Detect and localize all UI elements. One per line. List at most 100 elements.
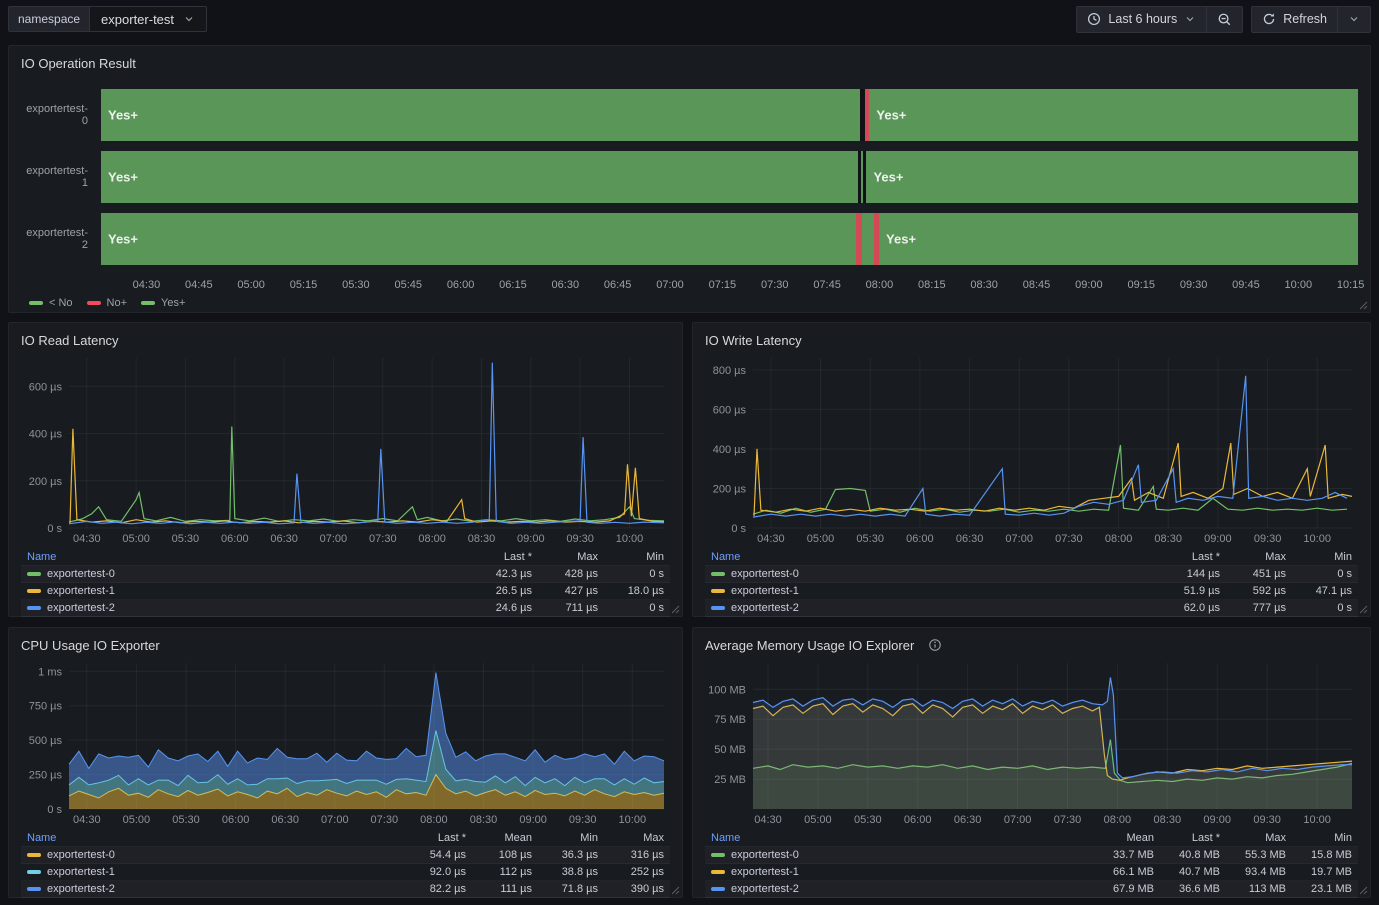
- series-name[interactable]: exportertest-2: [731, 883, 799, 895]
- state-timeline[interactable]: exportertest-0Yes+Yes+exportertest-1Yes+…: [21, 89, 1358, 293]
- series-color-swatch[interactable]: [711, 853, 725, 857]
- series-color-swatch[interactable]: [27, 589, 41, 593]
- series-color-swatch[interactable]: [27, 606, 41, 610]
- refresh-interval-dropdown[interactable]: [1337, 6, 1371, 33]
- svg-text:07:30: 07:30: [371, 814, 399, 826]
- namespace-value: exporter-test: [101, 12, 174, 27]
- legend-header[interactable]: Max: [604, 830, 670, 847]
- panel-resize-handle[interactable]: [670, 604, 680, 614]
- legend-header[interactable]: Max: [1226, 830, 1292, 847]
- series-color-swatch[interactable]: [27, 572, 41, 576]
- series-name[interactable]: exportertest-1: [47, 585, 115, 597]
- series-name[interactable]: exportertest-2: [47, 883, 115, 895]
- series-name[interactable]: exportertest-1: [731, 585, 799, 597]
- legend-header[interactable]: Name: [21, 830, 406, 847]
- legend-value: 93.4 MB: [1226, 864, 1292, 881]
- legend-header[interactable]: Max: [1226, 549, 1292, 566]
- legend-header[interactable]: Max: [538, 549, 604, 566]
- legend-item[interactable]: < No: [29, 297, 73, 309]
- legend-header[interactable]: Name: [705, 549, 1160, 566]
- info-icon[interactable]: [928, 638, 942, 652]
- series-name[interactable]: exportertest-0: [731, 849, 799, 861]
- svg-text:750 µs: 750 µs: [29, 701, 63, 713]
- panel-title[interactable]: Average Memory Usage IO Explorer: [705, 638, 914, 653]
- svg-text:08:00: 08:00: [420, 814, 448, 826]
- panel-title[interactable]: IO Read Latency: [21, 333, 119, 348]
- series-name[interactable]: exportertest-0: [731, 568, 799, 580]
- legend-header[interactable]: Last *: [472, 549, 538, 566]
- panel-title[interactable]: IO Operation Result: [21, 56, 136, 71]
- svg-text:25 MB: 25 MB: [714, 774, 746, 786]
- legend-value: 252 µs: [604, 864, 670, 881]
- timeline-track[interactable]: Yes+Yes+: [101, 89, 1358, 141]
- legend-item[interactable]: Yes+: [141, 297, 185, 309]
- series-name[interactable]: exportertest-1: [731, 866, 799, 878]
- time-range-picker[interactable]: Last 6 hours: [1076, 6, 1207, 33]
- legend-header[interactable]: Min: [1292, 830, 1358, 847]
- timeline-track[interactable]: Yes+Yes+: [101, 151, 1358, 203]
- panel-title[interactable]: CPU Usage IO Exporter: [21, 638, 160, 653]
- svg-text:09:00: 09:00: [1204, 533, 1232, 545]
- legend-value: 55.3 MB: [1226, 847, 1292, 864]
- legend-header[interactable]: Mean: [1094, 830, 1160, 847]
- legend-row: exportertest-054.4 µs108 µs36.3 µs316 µs: [21, 847, 670, 864]
- timeseries-plot[interactable]: 04:3005:0005:3006:0006:3007:0007:3008:00…: [21, 350, 670, 546]
- series-name[interactable]: exportertest-2: [47, 602, 115, 614]
- zoom-out-button[interactable]: [1206, 6, 1243, 33]
- timeline-row: exportertest-1Yes+Yes+: [21, 151, 1358, 203]
- series-color-swatch[interactable]: [711, 870, 725, 874]
- legend-item[interactable]: No+: [87, 297, 128, 309]
- series-color-swatch[interactable]: [711, 589, 725, 593]
- legend-header[interactable]: Mean: [472, 830, 538, 847]
- series-color-swatch[interactable]: [711, 572, 725, 576]
- series-color-swatch[interactable]: [711, 887, 725, 891]
- panel-resize-handle[interactable]: [670, 885, 680, 895]
- timeseries-plot[interactable]: 04:3005:0005:3006:0006:3007:0007:3008:00…: [21, 655, 670, 827]
- svg-text:500 µs: 500 µs: [29, 735, 63, 747]
- legend-header[interactable]: Min: [538, 830, 604, 847]
- legend-value: 0 s: [1292, 600, 1358, 617]
- legend-header[interactable]: Last *: [406, 830, 472, 847]
- legend-header[interactable]: Min: [604, 549, 670, 566]
- series-name[interactable]: exportertest-0: [47, 568, 115, 580]
- panel-resize-handle[interactable]: [1358, 300, 1368, 310]
- series-color-swatch[interactable]: [27, 870, 41, 874]
- panel-resize-handle[interactable]: [1358, 885, 1368, 895]
- svg-text:200 µs: 200 µs: [713, 484, 747, 496]
- legend-header[interactable]: Last *: [1160, 549, 1226, 566]
- timeline-track[interactable]: Yes+Yes+: [101, 213, 1358, 265]
- series-color-swatch[interactable]: [27, 853, 41, 857]
- legend-header[interactable]: Min: [1292, 549, 1358, 566]
- template-variable-namespace: namespace exporter-test: [8, 6, 207, 32]
- legend-value: 711 µs: [538, 600, 604, 617]
- namespace-select[interactable]: exporter-test: [90, 6, 207, 32]
- timeseries-plot[interactable]: 04:3005:0005:3006:0006:3007:0007:3008:00…: [705, 350, 1358, 546]
- legend-row: exportertest-262.0 µs777 µs0 s: [705, 600, 1358, 617]
- svg-text:05:00: 05:00: [804, 814, 832, 826]
- legend-value: 144 µs: [1160, 566, 1226, 583]
- legend-value: 26.5 µs: [472, 583, 538, 600]
- panel-io-operation-result: IO Operation Result exportertest-0Yes+Ye…: [8, 45, 1371, 313]
- legend-value: 38.8 µs: [538, 864, 604, 881]
- series-name[interactable]: exportertest-0: [47, 849, 115, 861]
- legend-value: 71.8 µs: [538, 881, 604, 898]
- refresh-button[interactable]: Refresh: [1251, 6, 1338, 33]
- legend-header[interactable]: Last *: [1160, 830, 1226, 847]
- series-color-swatch[interactable]: [27, 887, 41, 891]
- panel-resize-handle[interactable]: [1358, 604, 1368, 614]
- legend-value: 108 µs: [472, 847, 538, 864]
- svg-text:200 µs: 200 µs: [29, 476, 63, 488]
- panel-title[interactable]: IO Write Latency: [705, 333, 802, 348]
- series-color-swatch[interactable]: [711, 606, 725, 610]
- timeline-segment: Yes+: [866, 151, 1358, 203]
- svg-text:08:30: 08:30: [1154, 533, 1182, 545]
- legend-header[interactable]: Name: [21, 549, 472, 566]
- series-name[interactable]: exportertest-2: [731, 602, 799, 614]
- axis-tick-label: 05:45: [394, 279, 422, 291]
- series-name[interactable]: exportertest-1: [47, 866, 115, 878]
- axis-tick-label: 05:00: [237, 279, 265, 291]
- legend-header[interactable]: Name: [705, 830, 1094, 847]
- svg-text:07:00: 07:00: [1004, 814, 1032, 826]
- svg-text:05:30: 05:30: [854, 814, 882, 826]
- timeseries-plot[interactable]: 04:3005:0005:3006:0006:3007:0007:3008:00…: [705, 655, 1358, 827]
